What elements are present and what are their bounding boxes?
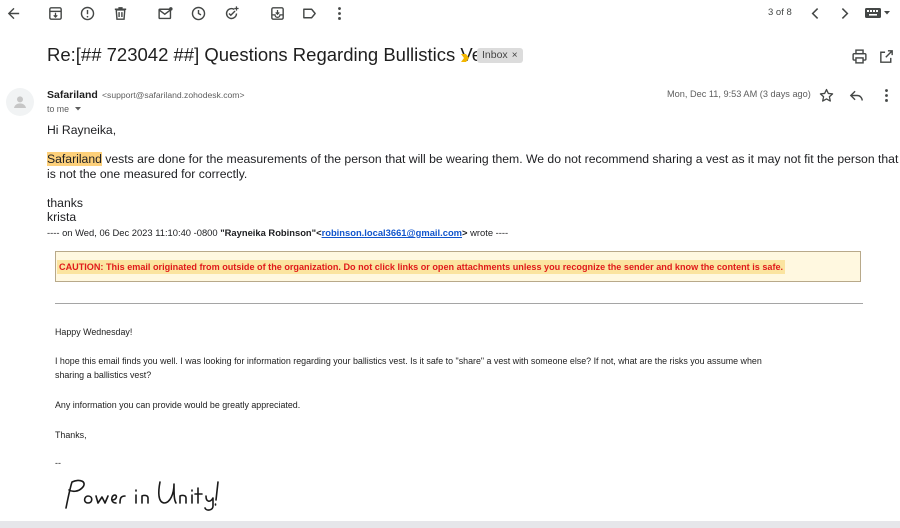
search-highlight: Safariland <box>47 152 102 166</box>
more-vert-icon[interactable] <box>330 4 348 22</box>
chevron-left-icon[interactable] <box>806 4 824 22</box>
star-icon[interactable] <box>817 86 835 104</box>
paragraph-text: vests are done for the measurements of t… <box>101 152 899 166</box>
bottom-scroll-area <box>0 521 900 528</box>
message-date: Mon, Dec 11, 9:53 AM (3 days ago) <box>667 89 811 99</box>
inbox-label-text: Inbox <box>482 49 508 61</box>
handwritten-signature <box>60 476 220 512</box>
signoff: thanks <box>47 196 83 210</box>
keyboard-icon[interactable] <box>864 6 892 20</box>
quote-sender-email-link[interactable]: robinson.local3661@gmail.com <box>322 227 462 238</box>
quote-divider <box>55 303 863 304</box>
caret-down-icon[interactable] <box>74 106 82 112</box>
chevron-right-icon[interactable] <box>835 4 853 22</box>
greeting: Hi Rayneika, <box>47 123 117 137</box>
move-to-icon[interactable] <box>268 4 286 22</box>
inbox-label-chip[interactable]: Inbox × <box>477 48 523 63</box>
delete-icon[interactable] <box>111 4 129 22</box>
signature-name: krista <box>47 210 77 224</box>
quoted-paragraph-line1: I hope this email finds you well. I was … <box>55 356 762 366</box>
quoted-paragraph-2: Any information you can provide would be… <box>55 400 301 410</box>
quoted-thanks: Thanks, <box>55 430 87 440</box>
back-arrow-icon[interactable] <box>4 4 22 22</box>
message-more-icon[interactable] <box>877 86 895 104</box>
quoted-dash: -- <box>55 458 61 468</box>
email-subject: Re:[## 723042 ##] Questions Regarding Bu… <box>47 44 497 65</box>
snooze-icon[interactable] <box>189 4 207 22</box>
sender-name[interactable]: Safariland <box>47 89 98 101</box>
recipient-label: to me <box>47 104 70 114</box>
sender-email: <support@safariland.zohodesk.com> <box>102 90 245 100</box>
archive-icon[interactable] <box>46 4 64 22</box>
recipient-details-toggle[interactable]: to me <box>47 104 82 114</box>
quote-header: ---- on Wed, 06 Dec 2023 11:10:40 -0800 … <box>47 227 508 238</box>
pagination-label: 3 of 8 <box>768 7 792 18</box>
print-icon[interactable] <box>850 47 868 65</box>
remove-label-icon[interactable]: × <box>512 50 518 61</box>
sender-avatar[interactable] <box>6 88 34 116</box>
open-in-new-window-icon[interactable] <box>877 47 895 65</box>
caution-text: CAUTION: This email originated from outs… <box>57 260 786 274</box>
quoted-paragraph-line2: sharing a ballistics vest? <box>55 370 152 380</box>
add-task-icon[interactable] <box>222 4 240 22</box>
caution-banner: CAUTION: This email originated from outs… <box>55 251 861 282</box>
report-spam-icon[interactable] <box>78 4 96 22</box>
quote-suffix: wrote ---- <box>467 227 509 238</box>
label-icon[interactable] <box>300 4 318 22</box>
importance-marker-icon[interactable] <box>460 50 470 68</box>
body-paragraph-line1: Safariland vests are done for the measur… <box>47 152 898 167</box>
quote-prefix: ---- on Wed, 06 Dec 2023 11:10:40 -0800 <box>47 227 221 238</box>
body-paragraph-line2: is not the one measured for correctly. <box>47 167 248 181</box>
quote-sender-name: "Rayneika Robinson"< <box>220 227 322 238</box>
mark-unread-icon[interactable] <box>156 4 174 22</box>
quoted-greeting: Happy Wednesday! <box>55 327 133 337</box>
reply-icon[interactable] <box>847 86 865 104</box>
